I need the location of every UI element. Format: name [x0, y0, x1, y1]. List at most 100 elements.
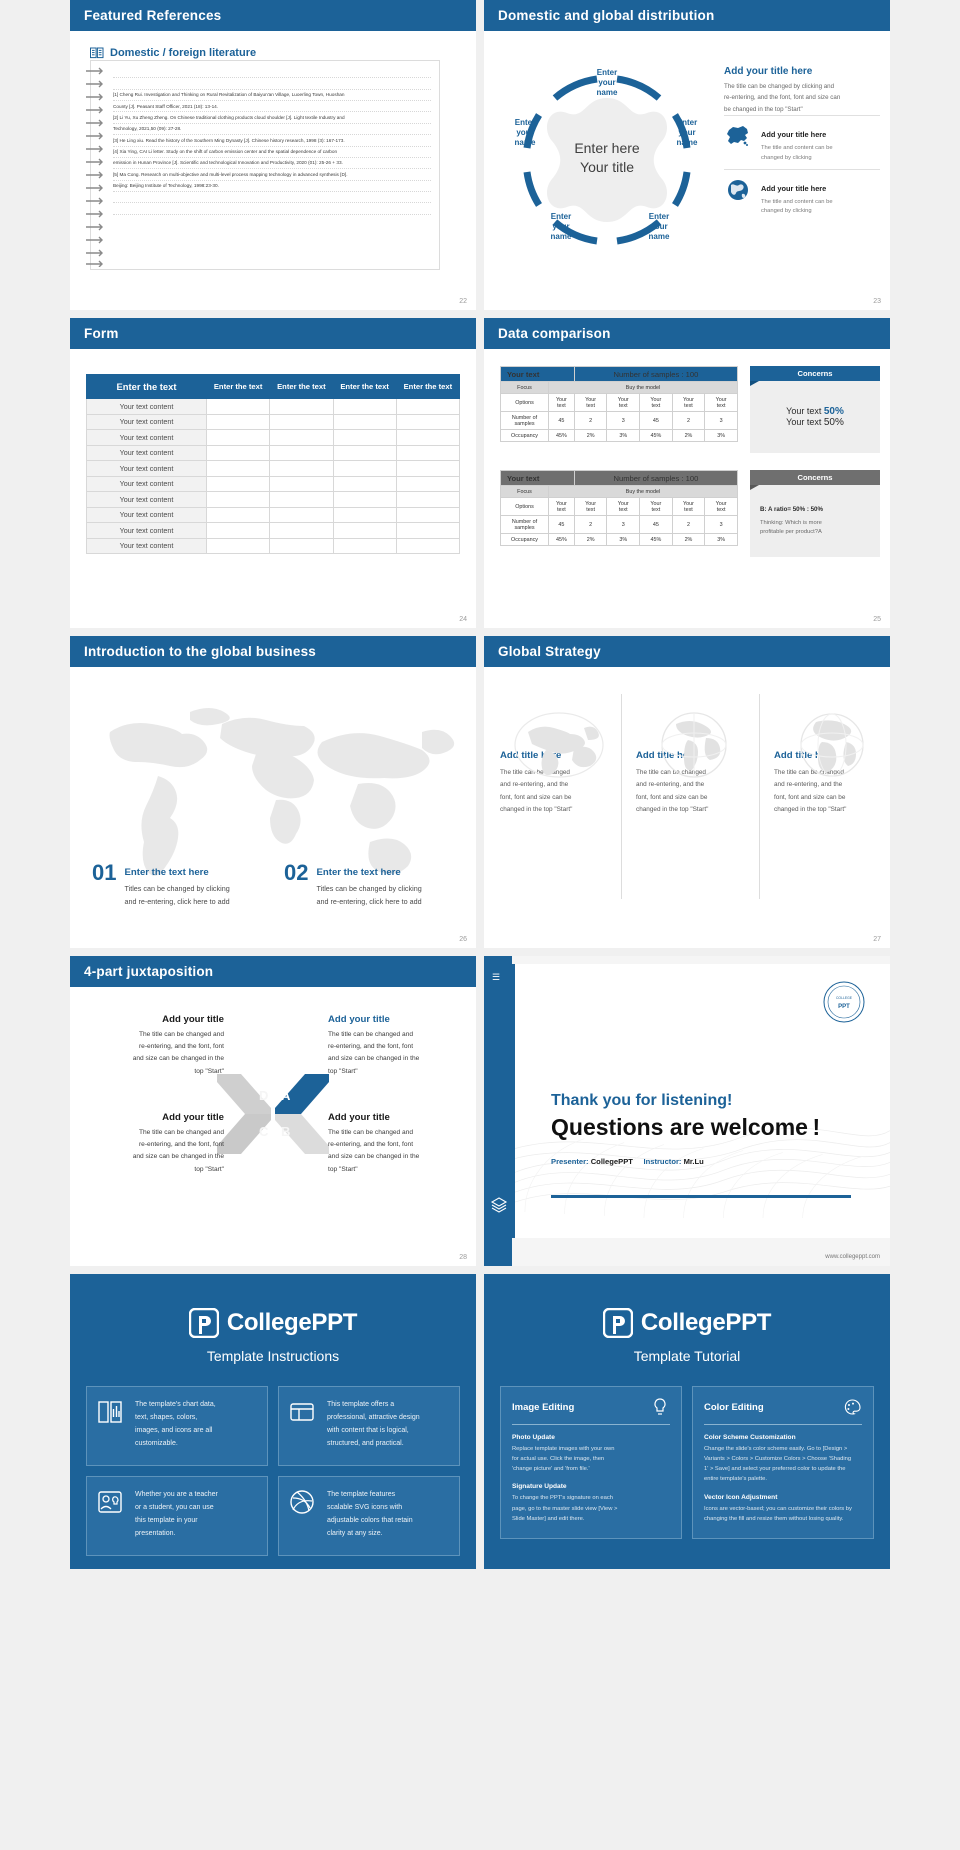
- cell[interactable]: [332, 460, 397, 477]
- cell[interactable]: [269, 522, 334, 539]
- cell[interactable]: [395, 413, 461, 430]
- cell[interactable]: [205, 413, 271, 430]
- body-line: 'change picture' and 'from file.': [512, 1466, 590, 1473]
- collegeppt-mark-icon: [188, 1308, 219, 1338]
- cell[interactable]: [269, 444, 334, 461]
- svg-text:B: B: [281, 1124, 290, 1139]
- presenter-label: Presenter:: [551, 1157, 589, 1166]
- tutorial-section: Color Scheme Customization Change the sl…: [704, 1434, 862, 1485]
- row-label: Your text content: [86, 413, 207, 430]
- cell[interactable]: [269, 398, 334, 415]
- cell[interactable]: [205, 429, 271, 446]
- cell[interactable]: [269, 506, 334, 523]
- cell: Your text: [573, 497, 608, 516]
- cell[interactable]: [205, 444, 271, 461]
- cell[interactable]: [395, 522, 461, 539]
- tutorial-panel-image-editing: Image Editing Photo Update Replace templ…: [500, 1386, 682, 1539]
- table-row: Options Your text Your text Your text Your tex…: [500, 497, 738, 516]
- reference-line: Beijing: Beijing Institute of Technology…: [113, 181, 431, 192]
- text-line: Whether you are a teacher: [135, 1491, 218, 1498]
- cell: 3%: [704, 533, 738, 546]
- desc-line: The title can be changed and: [138, 1031, 224, 1038]
- tutorial-panel-color-editing: Color Editing Color Scheme Customization…: [692, 1386, 874, 1539]
- cell[interactable]: [205, 460, 271, 477]
- row-label: Your text content: [86, 537, 207, 554]
- cell[interactable]: [395, 444, 461, 461]
- quadrant-item-2: Add your title The title can be changed …: [328, 1014, 468, 1078]
- cell[interactable]: [269, 413, 334, 430]
- cell[interactable]: [269, 429, 334, 446]
- cell: 45: [639, 411, 673, 430]
- desc-line: re-entering, and the font, font: [138, 1043, 224, 1051]
- cell[interactable]: [332, 491, 397, 508]
- cell[interactable]: [332, 444, 397, 461]
- table-header-row: Your text Number of samples : 100: [500, 470, 739, 486]
- brand-subtitle: Template Tutorial: [633, 1348, 741, 1364]
- cell[interactable]: [395, 537, 461, 554]
- cell: Your text: [606, 497, 641, 516]
- menu-icon[interactable]: ☰: [492, 972, 500, 983]
- cell[interactable]: [395, 506, 461, 523]
- slide-template-tutorial: CollegePPT Template Tutorial Image Editi…: [484, 1274, 890, 1569]
- panel-heading: Add your title here: [724, 66, 813, 77]
- line-text: Your text: [786, 406, 824, 416]
- quadrant-item-1: Add your title The title can be changed …: [84, 1014, 224, 1078]
- slide-form: Form Enter the text Enter the text Enter…: [70, 318, 476, 628]
- column-divider: [759, 694, 760, 899]
- globe-flat-icon: [512, 700, 606, 790]
- reference-line: [113, 78, 431, 90]
- text-line: This template offers a: [327, 1401, 395, 1408]
- cell[interactable]: [332, 429, 397, 446]
- slide-header: Form: [70, 318, 476, 349]
- page-number: 28: [459, 1254, 467, 1261]
- cell[interactable]: [205, 398, 271, 415]
- cell[interactable]: [205, 537, 271, 554]
- slide-header: Featured References: [70, 0, 476, 31]
- slide-data-comparison: Data comparison Your text Number of samp…: [484, 318, 890, 628]
- item-title: Enter the text here: [316, 867, 401, 878]
- donut-label-right-top: Enter your name: [676, 118, 698, 147]
- cell[interactable]: [205, 522, 271, 539]
- cell[interactable]: [205, 475, 271, 492]
- panel-title: Color Editing: [704, 1401, 764, 1413]
- text-line: The template's chart data,: [135, 1401, 216, 1408]
- row-label: Your text content: [86, 444, 207, 461]
- cell[interactable]: [269, 460, 334, 477]
- cell[interactable]: [269, 475, 334, 492]
- cell: 45%: [548, 429, 575, 442]
- desc-line: top "Start": [194, 1165, 224, 1173]
- cell[interactable]: [205, 491, 271, 508]
- concerns-line-1: Your text 50%: [786, 406, 844, 417]
- cell[interactable]: [332, 522, 397, 539]
- text-line: professional, attractive design: [327, 1413, 420, 1421]
- concerns-thinking: Thinking: Which is more profitable per p…: [760, 519, 822, 537]
- cell[interactable]: [205, 506, 271, 523]
- cell[interactable]: [332, 506, 397, 523]
- cell[interactable]: [332, 537, 397, 554]
- panel-paragraph-line: be changed in the top "Start": [724, 105, 803, 113]
- desc-line: changed in the top "Start": [636, 806, 709, 814]
- cell[interactable]: [332, 413, 397, 430]
- panel-paragraph: The title can be changed by clicking and…: [724, 81, 880, 115]
- focus-label: Focus: [500, 485, 549, 498]
- cell[interactable]: [395, 429, 461, 446]
- row-label: Occupancy: [500, 533, 549, 546]
- row-label: Options: [500, 393, 549, 412]
- text-line: customizable.: [135, 1439, 178, 1447]
- cell[interactable]: [332, 398, 397, 415]
- svg-text:A: A: [281, 1088, 291, 1103]
- cell[interactable]: [395, 475, 461, 492]
- cell[interactable]: [395, 398, 461, 415]
- cell[interactable]: [269, 491, 334, 508]
- cell[interactable]: [332, 475, 397, 492]
- table-row: Your text content: [86, 522, 461, 539]
- cell[interactable]: [395, 460, 461, 477]
- cell[interactable]: [269, 537, 334, 554]
- desc-line: changed in the top "Start": [774, 806, 847, 814]
- cell: Your text: [671, 393, 706, 412]
- desc-line: re-entering, and the font, font: [328, 1043, 414, 1051]
- distribution-item-desc: The title and content can be changed by …: [761, 198, 880, 217]
- thinking-line: Thinking: Which is more: [760, 519, 822, 526]
- reference-notebook: [1] Cheng Rui. Investigation and Thinkin…: [86, 60, 440, 270]
- cell[interactable]: [395, 491, 461, 508]
